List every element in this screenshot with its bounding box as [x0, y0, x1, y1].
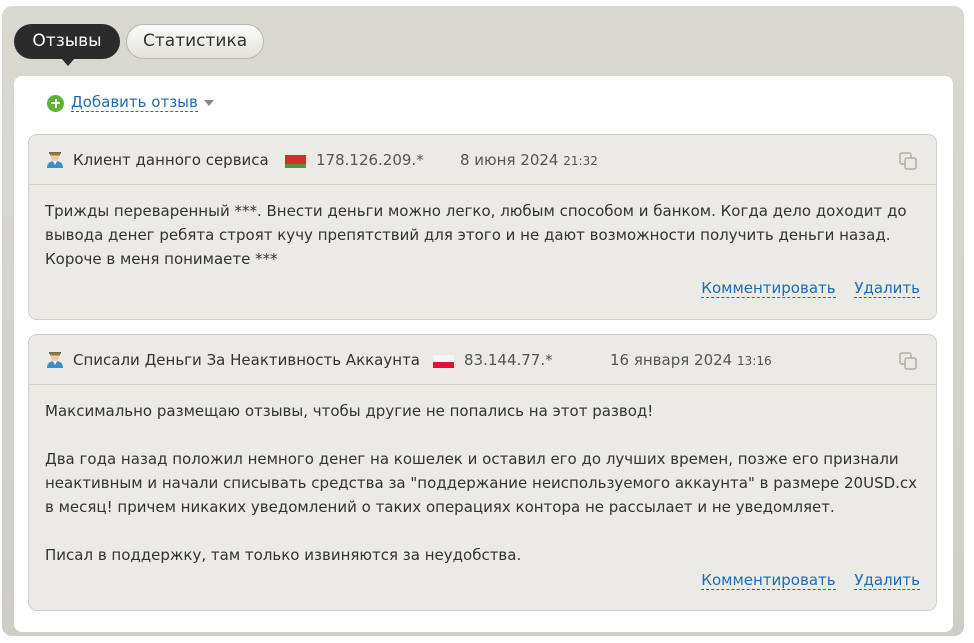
review-date: 16 января 2024 13:16 — [610, 351, 772, 369]
tab-statistics[interactable]: Статистика — [126, 24, 264, 59]
copy-icon[interactable] — [898, 351, 918, 371]
review-author: Клиент данного сервиса — [73, 151, 269, 169]
user-icon — [47, 352, 63, 368]
review-body: Максимально размещаю отзывы, чтобы други… — [29, 385, 936, 567]
review-actions: Комментировать Удалить — [687, 571, 920, 590]
add-review-row[interactable]: Добавить отзыв — [47, 93, 214, 113]
review-date: 8 июня 2024 21:32 — [460, 151, 598, 169]
review-time: 21:32 — [563, 154, 598, 168]
review-author: Списали Деньги За Неактивность Аккаунта — [73, 351, 420, 369]
review-time: 13:16 — [737, 354, 772, 368]
review-text: Максимально размещаю отзывы, чтобы други… — [45, 402, 654, 420]
delete-link[interactable]: Удалить — [854, 571, 920, 590]
review-text: Писал в поддержку, там только извиняются… — [45, 546, 522, 564]
poland-flag-icon — [433, 355, 454, 368]
comment-link[interactable]: Комментировать — [701, 571, 836, 590]
add-review-link[interactable]: Добавить отзыв — [71, 94, 198, 112]
delete-link[interactable]: Удалить — [854, 279, 920, 298]
review-header: Списали Деньги За Неактивность Аккаунта … — [29, 335, 936, 385]
reviews-widget: Отзывы Статистика Добавить отзыв Клиент … — [2, 6, 964, 636]
chevron-down-icon[interactable] — [203, 100, 214, 106]
tab-reviews[interactable]: Отзывы — [14, 24, 120, 66]
review-ip: 83.144.77.* — [464, 351, 553, 369]
copy-icon[interactable] — [898, 151, 918, 171]
review-text: Трижды переваренный ***. Внести деньги м… — [45, 202, 907, 268]
review-body: Трижды переваренный ***. Внести деньги м… — [29, 185, 936, 271]
plus-icon[interactable] — [47, 94, 64, 112]
review-card: Клиент данного сервиса 178.126.209.* 8 и… — [28, 134, 937, 320]
comment-link[interactable]: Комментировать — [701, 279, 836, 298]
reviews-panel: Добавить отзыв Клиент данного сервиса 17… — [14, 76, 953, 632]
review-actions: Комментировать Удалить — [687, 279, 920, 298]
review-ip: 178.126.209.* — [316, 151, 424, 169]
review-card: Списали Деньги За Неактивность Аккаунта … — [28, 334, 937, 611]
review-text: Два года назад положил немного денег на … — [45, 450, 918, 516]
user-icon — [47, 152, 63, 168]
review-header: Клиент данного сервиса 178.126.209.* 8 и… — [29, 135, 936, 185]
belarus-flag-icon — [285, 155, 306, 168]
